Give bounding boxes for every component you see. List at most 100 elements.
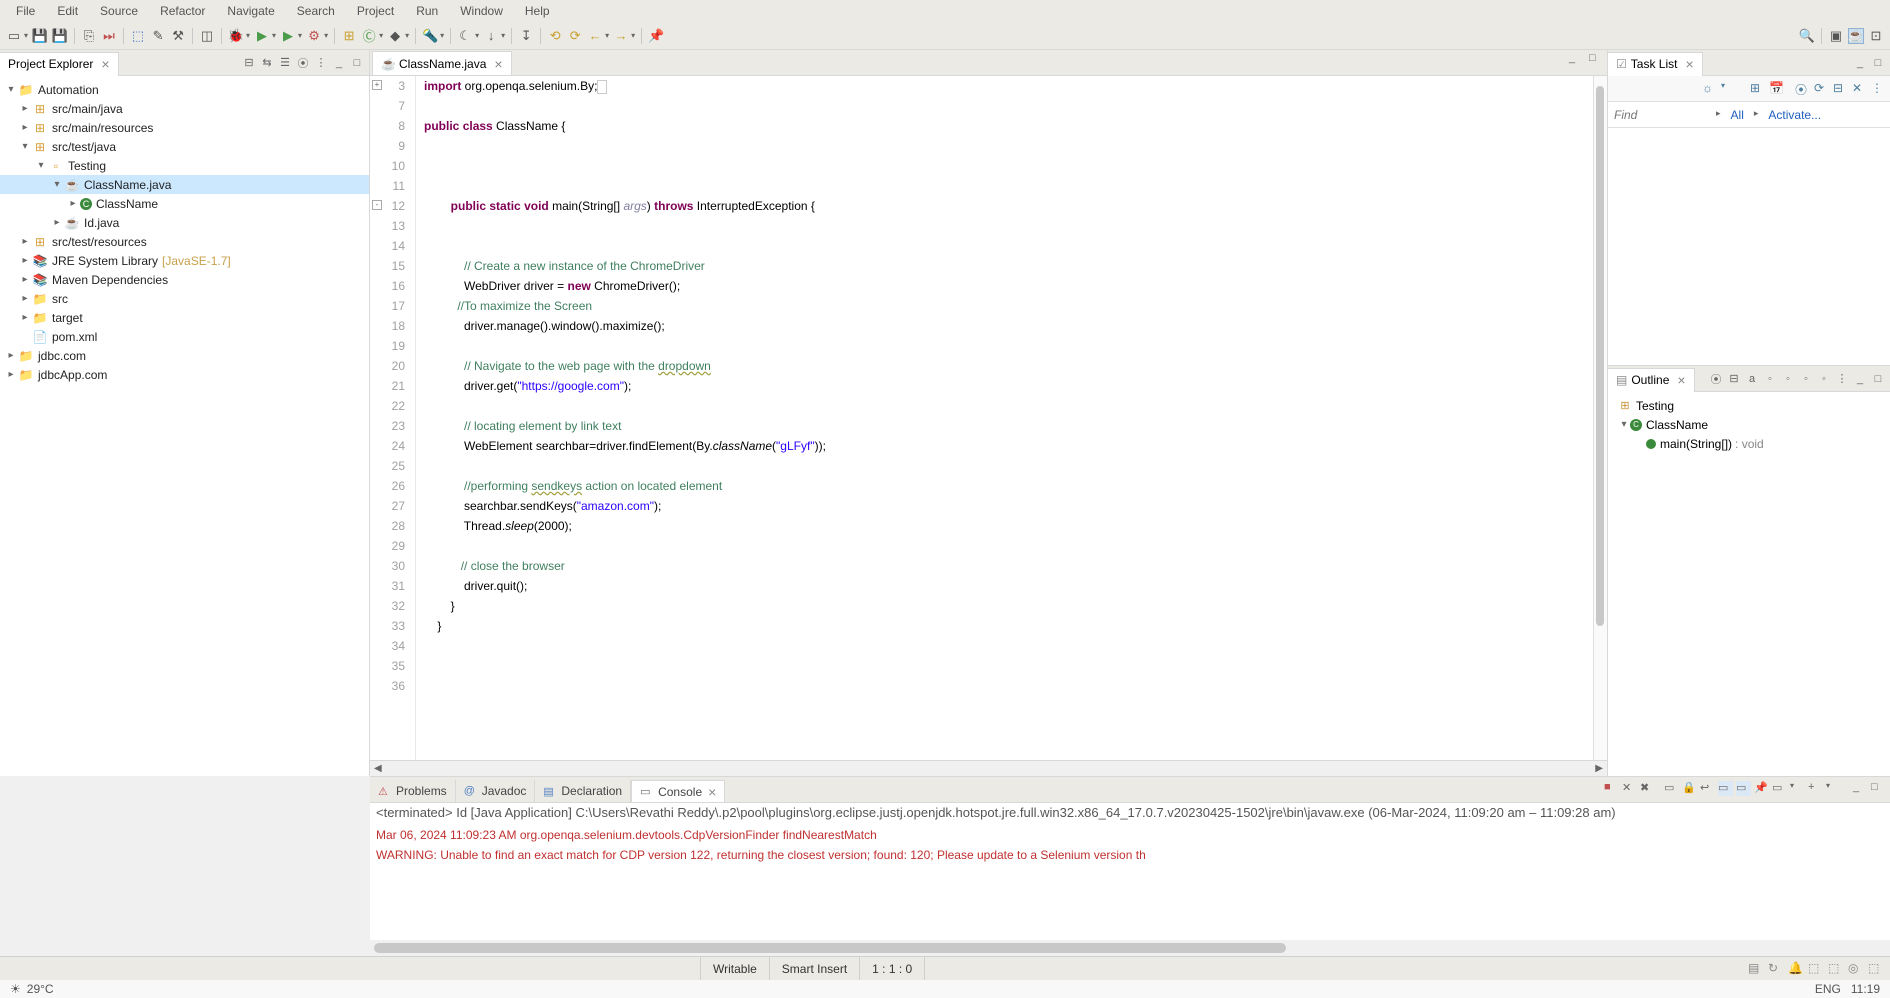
tree-jre-lib[interactable]: JRE System Library	[52, 254, 158, 268]
terminate-icon[interactable]: ■	[1604, 781, 1619, 796]
open-task-icon[interactable]: ◫	[199, 28, 215, 44]
editor-minimize-icon[interactable]: _	[1569, 52, 1583, 66]
outline-method[interactable]: main(String[])	[1660, 437, 1732, 451]
wand-icon[interactable]: ✎	[150, 28, 166, 44]
console-minimize-icon[interactable]: _	[1853, 781, 1868, 796]
az-icon[interactable]: a	[1744, 371, 1760, 387]
tree-src[interactable]: src	[52, 292, 68, 306]
step-filter-icon[interactable]: ↧	[518, 28, 534, 44]
weather-temp[interactable]: 29°C	[27, 982, 54, 996]
tree-classname-java[interactable]: ClassName.java	[84, 178, 171, 192]
hide-fields-icon[interactable]: ◦	[1762, 371, 1778, 387]
trim-icon-6[interactable]: ◎	[1848, 961, 1864, 977]
project-tree[interactable]: ▾📁Automation ▸⊞src/main/java ▸⊞src/main/…	[0, 76, 369, 776]
tree-jdbc[interactable]: jdbc.com	[38, 349, 86, 363]
editor-maximize-icon[interactable]: □	[1589, 52, 1603, 66]
trim-icon-5[interactable]: ⬚	[1828, 961, 1844, 977]
tree-src-main-res[interactable]: src/main/resources	[52, 121, 153, 135]
categorized-icon[interactable]: ⊞	[1750, 81, 1765, 96]
scheduled-icon[interactable]: 📅	[1769, 81, 1784, 96]
outline-pkg[interactable]: Testing	[1636, 399, 1674, 413]
problems-tab[interactable]: ⚠Problems	[370, 780, 456, 802]
display-console-icon[interactable]: ▭	[1772, 781, 1787, 796]
run-icon[interactable]: ▶	[254, 28, 270, 44]
menu-help[interactable]: Help	[515, 2, 560, 20]
tree-src-main-java[interactable]: src/main/java	[52, 102, 123, 116]
menu-refactor[interactable]: Refactor	[150, 2, 215, 20]
menu-source[interactable]: Source	[90, 2, 148, 20]
clear-console-icon[interactable]: ▭	[1664, 781, 1679, 796]
new-icon[interactable]: ▭	[6, 28, 22, 44]
new-plugin-icon[interactable]: ◆	[387, 28, 403, 44]
tree-root[interactable]: Automation	[38, 83, 99, 97]
menu-navigate[interactable]: Navigate	[217, 2, 284, 20]
history-back-icon[interactable]: ←	[587, 28, 603, 44]
link-editor-icon[interactable]: ⇆	[259, 55, 275, 71]
view-menu-icon[interactable]: ⋮	[1834, 371, 1850, 387]
skip-breakpoints-icon[interactable]: ⏭	[101, 28, 117, 44]
editor-tab-classname[interactable]: ☕ ClassName.java ×	[372, 51, 512, 75]
coverage-icon[interactable]: ▶	[280, 28, 296, 44]
build-icon[interactable]: ⚒	[170, 28, 186, 44]
hide-local-icon[interactable]: ◦	[1816, 371, 1832, 387]
remove-all-icon[interactable]: ✖	[1640, 781, 1655, 796]
task-list-body[interactable]	[1608, 128, 1890, 365]
javadoc-tab[interactable]: @Javadoc	[456, 780, 536, 802]
project-explorer-tab[interactable]: Project Explorer ×	[0, 52, 119, 76]
new-package-icon[interactable]: ⊞	[341, 28, 357, 44]
close-icon[interactable]: ×	[1677, 372, 1685, 388]
forward-icon[interactable]: ⟳	[567, 28, 583, 44]
search-icon[interactable]: 🔦	[422, 28, 438, 44]
tree-classname-cls[interactable]: ClassName	[96, 197, 158, 211]
close-tab-icon[interactable]: ×	[494, 56, 502, 72]
scroll-lock-icon[interactable]: 🔒	[1682, 781, 1697, 796]
history-fwd-icon[interactable]: →	[613, 28, 629, 44]
focus-icon[interactable]: ⦿	[1708, 371, 1724, 387]
open-console-icon[interactable]: +	[1808, 781, 1823, 796]
run-last-icon[interactable]: ⚙	[306, 28, 322, 44]
minimize-icon[interactable]: _	[1852, 55, 1868, 71]
close-icon[interactable]: ×	[708, 784, 716, 800]
perspective-icon[interactable]: ▣	[1828, 28, 1844, 44]
overview-ruler[interactable]	[1593, 76, 1607, 760]
hide-static-icon[interactable]: ◦	[1780, 371, 1796, 387]
back-icon[interactable]: ⟲	[547, 28, 563, 44]
collapse-icon[interactable]: ⊟	[1833, 81, 1848, 96]
taskbar-time[interactable]: 11:19	[1851, 982, 1880, 996]
tree-src-test-java[interactable]: src/test/java	[52, 140, 116, 154]
next-annotation-icon[interactable]: ↓	[483, 28, 499, 44]
task-activate-link[interactable]: Activate...	[1768, 108, 1821, 122]
console-hscroll[interactable]	[370, 940, 1890, 956]
maximize-icon[interactable]: □	[1870, 371, 1886, 387]
outline-class[interactable]: ClassName	[1646, 418, 1708, 432]
focus-task-icon[interactable]: ⦿	[295, 55, 311, 71]
task-all-link[interactable]: All	[1731, 108, 1744, 122]
pin-icon[interactable]: 📌	[648, 28, 664, 44]
hide-nonpublic-icon[interactable]: ◦	[1798, 371, 1814, 387]
close-icon[interactable]: ×	[101, 56, 109, 72]
new-task-icon[interactable]: ☼	[1702, 81, 1717, 96]
ddms-perspective-icon[interactable]: ⊡	[1868, 28, 1884, 44]
declaration-tab[interactable]: ▤Declaration	[535, 780, 631, 802]
quick-access-icon[interactable]: 🔍	[1799, 28, 1815, 44]
menu-search[interactable]: Search	[287, 2, 345, 20]
editor-hscroll[interactable]: ◀▶	[370, 760, 1607, 776]
sort-icon[interactable]: ⊟	[1726, 371, 1742, 387]
show-standard-err-icon[interactable]: ▭	[1736, 781, 1751, 796]
trim-icon[interactable]: ▤	[1748, 961, 1764, 977]
code-editor[interactable]: 3+789101112-1314151617181920212223242526…	[370, 76, 1607, 760]
menu-project[interactable]: Project	[347, 2, 404, 20]
view-menu-icon[interactable]: ⋮	[1871, 81, 1886, 96]
trim-icon-3[interactable]: 🔔	[1788, 961, 1804, 977]
menu-window[interactable]: Window	[450, 2, 513, 20]
tree-target[interactable]: target	[52, 311, 83, 325]
minimize-icon[interactable]: _	[331, 55, 347, 71]
trim-icon-2[interactable]: ↻	[1768, 961, 1784, 977]
menu-edit[interactable]: Edit	[47, 2, 88, 20]
pin-console-icon[interactable]: 📌	[1754, 781, 1769, 796]
taskbar-lang[interactable]: ENG	[1815, 982, 1841, 996]
toggle-breadcrumb-icon[interactable]: ⎘	[81, 28, 97, 44]
task-find-input[interactable]	[1608, 108, 1708, 122]
menu-file[interactable]: File	[6, 2, 45, 20]
word-wrap-icon[interactable]: ↩	[1700, 781, 1715, 796]
